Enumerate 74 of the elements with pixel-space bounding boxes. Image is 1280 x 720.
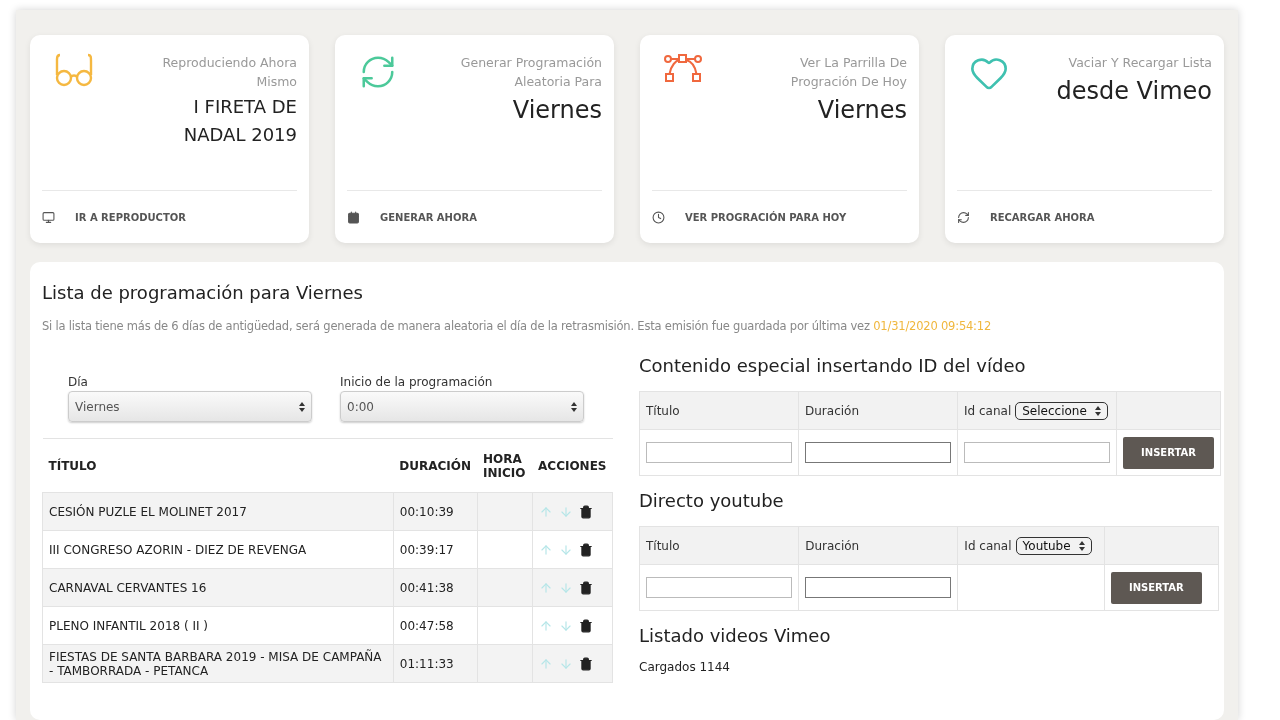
- table-cell: 00:47:58: [393, 606, 478, 645]
- column-header: DURACIÓN: [393, 438, 478, 493]
- input-field[interactable]: [805, 577, 952, 598]
- card-action-link[interactable]: GENERAR AHORA: [380, 211, 477, 223]
- move-up-icon[interactable]: [538, 542, 553, 557]
- filter-label: Día: [68, 375, 89, 389]
- table-cell: CARNAVAL CERVANTES 16: [42, 568, 394, 607]
- card-subtitle: Vaciar Y Recargar Lista: [1068, 54, 1212, 72]
- section-title: Directo youtube: [639, 490, 785, 511]
- loaded-count: Cargados 1144: [639, 660, 731, 674]
- table-cell: CESIÓN PUZLE EL MOLINET 2017: [42, 492, 394, 531]
- table-cell: 00:10:39: [393, 492, 478, 531]
- trash-icon[interactable]: [578, 542, 593, 557]
- column-header: TÍTULO: [42, 438, 394, 493]
- updown-arrows-icon: [1078, 539, 1085, 552]
- card-action-link[interactable]: VER PROGRACIÓN PARA HOY: [685, 211, 847, 223]
- trash-icon[interactable]: [578, 618, 593, 633]
- table-cell: III CONGRESO AZORIN - DIEZ DE REVENGA: [42, 530, 394, 569]
- updown-arrows-icon: [299, 400, 305, 413]
- table-cell: 00:39:17: [393, 530, 478, 569]
- input-field[interactable]: [964, 442, 1110, 463]
- move-down-icon[interactable]: [558, 618, 573, 633]
- section-title: Contenido especial insertando ID del vídeo: [639, 355, 1027, 376]
- select-field[interactable]: Viernes: [68, 391, 312, 422]
- column-header: Id canal: [964, 538, 1012, 553]
- trash-icon[interactable]: [578, 504, 593, 519]
- calendar-icon: [347, 210, 360, 224]
- section-title: Listado videos Vimeo: [639, 625, 832, 646]
- input-field[interactable]: [646, 442, 792, 463]
- move-up-icon[interactable]: [538, 656, 553, 671]
- move-up-icon[interactable]: [538, 580, 553, 595]
- channel-select[interactable]: Youtube: [1015, 536, 1092, 555]
- insert-button[interactable]: INSERTAR: [1123, 436, 1214, 469]
- card-title: I FIRETA DE NADAL 2019: [182, 95, 297, 147]
- input-field[interactable]: [646, 577, 792, 598]
- card-title: Viernes: [512, 95, 602, 126]
- column-header: ACCIONES: [532, 438, 613, 493]
- card-subtitle: Generar Programación Aleatoria Para: [459, 54, 602, 91]
- channel-select[interactable]: Seleccione: [1015, 401, 1108, 420]
- column-header: Título: [639, 391, 799, 430]
- card-action-link[interactable]: RECARGAR AHORA: [990, 211, 1095, 223]
- table-cell: 01:11:33: [393, 644, 478, 683]
- trash-icon[interactable]: [578, 656, 593, 671]
- select-field[interactable]: 0:00: [340, 391, 584, 422]
- refresh-icon: [957, 210, 970, 224]
- card-title: Viernes: [817, 95, 907, 126]
- move-down-icon[interactable]: [558, 580, 573, 595]
- card-subtitle: Reproduciendo Ahora Mismo: [161, 54, 297, 91]
- column-header: Duración: [798, 391, 958, 430]
- move-up-icon[interactable]: [538, 504, 553, 519]
- trash-icon[interactable]: [578, 580, 593, 595]
- input-field[interactable]: [805, 442, 951, 463]
- updown-arrows-icon: [571, 400, 577, 413]
- move-down-icon[interactable]: [558, 504, 573, 519]
- panel-note: Si la lista tiene más de 6 días de antigüedad, será generada de manera aleatoria el día de la retrasmisión. Esta emisión fue guardada por última vez 01/31/2020 09:54:12: [42, 319, 993, 333]
- insert-button[interactable]: INSERTAR: [1110, 571, 1202, 604]
- column-header: Id canal: [964, 403, 1012, 418]
- clock-icon: [652, 210, 665, 224]
- monitor-icon: [42, 210, 55, 224]
- panel-title: Lista de programación para Viernes: [42, 282, 364, 303]
- move-down-icon[interactable]: [558, 542, 573, 557]
- column-header: Duración: [798, 526, 958, 565]
- column-header: HORA INICIO: [477, 438, 533, 493]
- table-cell: 00:41:38: [393, 568, 478, 607]
- card-title: desde Vimeo: [1056, 76, 1212, 107]
- filter-label: Inicio de la programación: [340, 375, 494, 389]
- card-subtitle: Ver La Parrilla De Progración De Hoy: [789, 54, 907, 91]
- table-cell: PLENO INFANTIL 2018 ( II ): [42, 606, 394, 645]
- move-down-icon[interactable]: [558, 656, 573, 671]
- table-cell: FIESTAS DE SANTA BARBARA 2019 - MISA DE CAMPAÑA - TAMBORRADA - PETANCA: [42, 644, 394, 683]
- move-up-icon[interactable]: [538, 618, 553, 633]
- column-header: Título: [639, 526, 799, 565]
- updown-arrows-icon: [1094, 404, 1101, 417]
- card-action-link[interactable]: IR A REPRODUCTOR: [75, 211, 186, 223]
